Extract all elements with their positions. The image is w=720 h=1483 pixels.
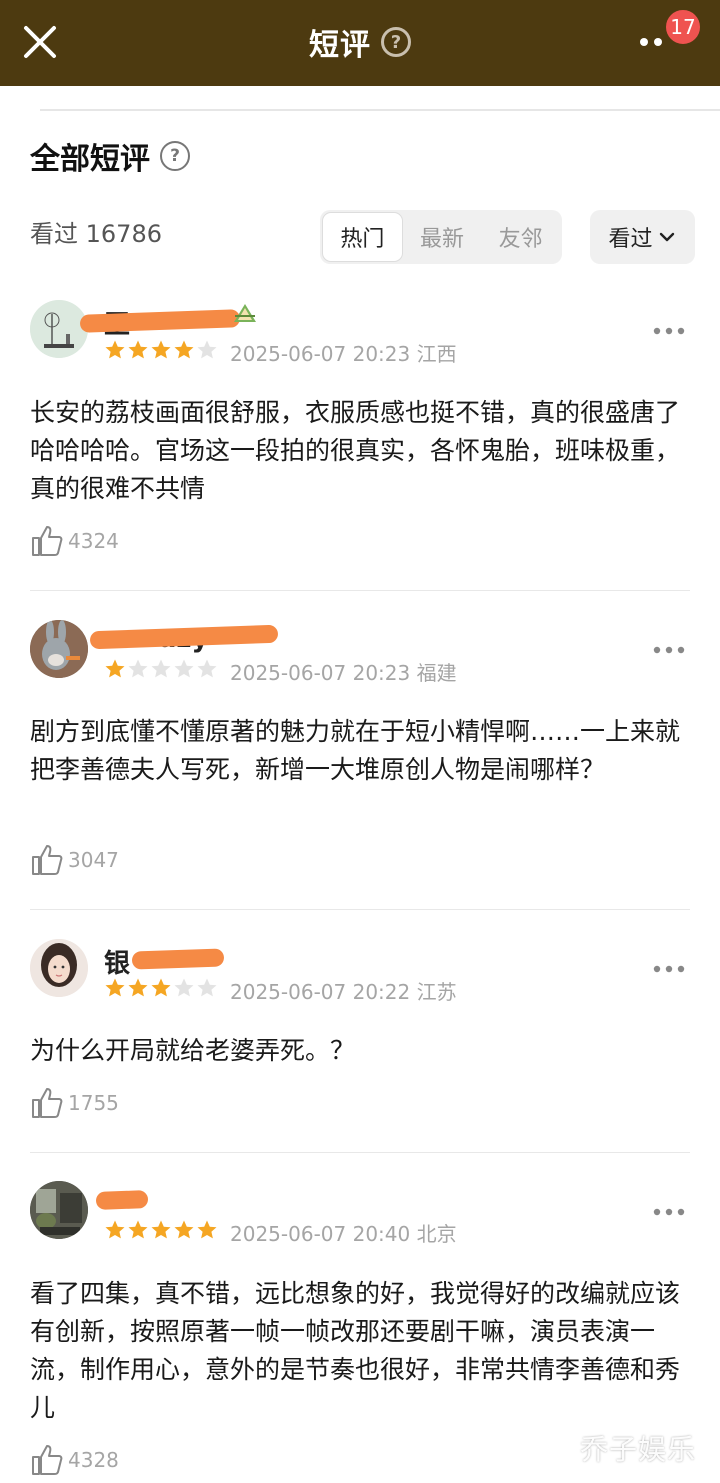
like-count: 4324 [68,529,119,553]
star-filled-icon [105,978,125,997]
thumbs-up-icon [32,1445,63,1475]
thumbs-up-icon [32,526,63,556]
like-count: 3047 [68,848,119,872]
tab-friends[interactable]: 友邻 [481,212,560,262]
section-title: 全部短评 [30,142,150,177]
review-meta: 2025-06-07 20:22 江苏 [230,976,457,1005]
like-button[interactable]: 4328 [30,1443,119,1477]
review-datetime: 2025-06-07 20:23 [230,661,411,685]
help-icon[interactable]: ? [381,27,411,57]
star-empty-icon [174,978,194,997]
like-count: 4328 [68,1448,119,1472]
top-bar: 短评 ? 17 [0,0,720,86]
review-content: 长安的荔枝画面很舒服，衣服质感也挺不错，真的很盛唐了哈哈哈哈。官场这一段拍的很真… [30,398,681,503]
review-content: 为什么开局就给老婆弄死。？ [30,1036,356,1065]
star-filled-icon [197,1220,217,1239]
redaction-scribble [95,1190,149,1210]
review-region: 江西 [416,342,457,366]
watched-number: 16786 [85,220,162,248]
rating-stars [104,1219,218,1241]
review-meta: 2025-06-07 20:23 福建 [230,657,457,686]
star-filled-icon [128,978,148,997]
star-filled-icon [128,340,148,359]
section-header: 全部短评 ? [30,134,190,178]
review-meta: 2025-06-07 20:40 北京 [230,1218,457,1247]
watched-label: 看过 [30,220,78,248]
more-dots-icon[interactable] [652,324,686,338]
chevron-down-icon [659,232,674,242]
like-button[interactable]: 1755 [30,1086,119,1120]
divider [40,109,720,111]
star-filled-icon [105,340,125,359]
review-divider [30,909,690,910]
star-filled-icon [128,1220,148,1239]
section-help-icon[interactable]: ? [160,141,190,171]
review-content: 看了四集，真不错，远比想象的好，我觉得好的改编就应该有创新，按照原著一帧一帧改那… [30,1279,681,1422]
title-group: 短评 ? [0,20,720,64]
review-divider [30,590,690,591]
watermark: 乔子娱乐 [580,1433,697,1466]
star-empty-icon [197,659,217,678]
tab-latest[interactable]: 最新 [403,212,482,262]
thumbs-up-icon [32,1088,63,1118]
review-content: 剧方到底懂不懂原著的魅力就在于短小精悍啊……一上来就把李善德夫人写死，新增一大堆… [30,717,681,784]
avatar[interactable] [30,620,88,678]
star-filled-icon [105,1220,125,1239]
rating-stars [104,658,218,680]
review-region: 江苏 [416,980,457,1004]
star-empty-icon [174,659,194,678]
star-empty-icon [151,659,171,678]
star-empty-icon [128,659,148,678]
like-count: 1755 [68,1091,119,1115]
review-region: 北京 [416,1222,457,1246]
redaction-scribble [131,948,225,970]
username[interactable]: 银 [104,943,130,980]
more-dots-icon[interactable] [652,1205,686,1219]
page-title: 短评 [309,28,371,63]
like-button[interactable]: 4324 [30,524,119,558]
star-filled-icon [174,1220,194,1239]
thumbs-up-icon [32,845,63,875]
star-empty-icon [197,978,217,997]
tab-hot[interactable]: 热门 [322,212,403,262]
watched-filter-dropdown[interactable]: 看过 [590,210,695,264]
more-dots-icon[interactable] [652,962,686,976]
filter-label: 看过 [608,227,653,252]
star-filled-icon [151,978,171,997]
zongzi-icon [234,304,256,322]
avatar[interactable] [30,1181,88,1239]
review-meta: 2025-06-07 20:23 江西 [230,338,457,367]
star-empty-icon [197,340,217,359]
like-button[interactable]: 3047 [30,843,119,877]
avatar[interactable] [30,300,88,358]
review-datetime: 2025-06-07 20:22 [230,980,411,1004]
star-filled-icon [151,1220,171,1239]
review-divider [30,1152,690,1153]
avatar[interactable] [30,939,88,997]
star-filled-icon [174,340,194,359]
review-region: 福建 [416,661,457,685]
star-filled-icon [151,340,171,359]
star-filled-icon [105,659,125,678]
review-datetime: 2025-06-07 20:40 [230,1222,411,1246]
rating-stars [104,977,218,999]
more-dots-icon[interactable] [652,643,686,657]
rating-stars [104,339,218,361]
sort-tabs: 热门 最新 友邻 [320,210,562,264]
review-datetime: 2025-06-07 20:23 [230,342,411,366]
watched-count: 看过 16786 [30,214,162,249]
notification-badge[interactable]: 17 [664,8,702,46]
